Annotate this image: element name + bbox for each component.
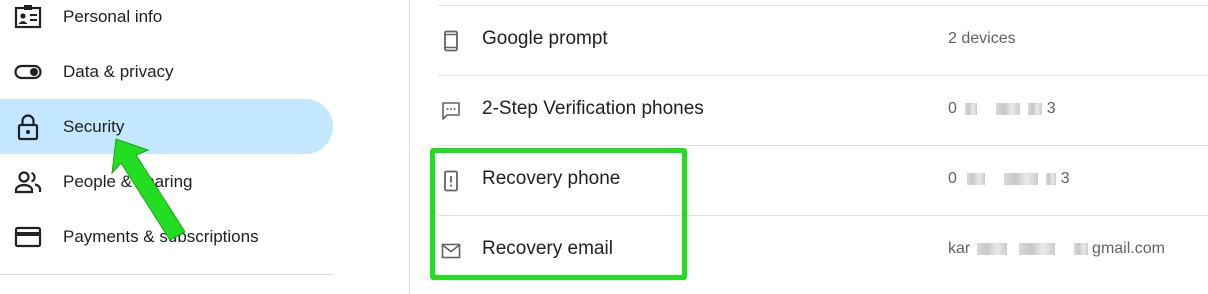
value-suffix: 3 xyxy=(1060,170,1070,187)
redacted-text xyxy=(967,172,986,185)
row-google-prompt[interactable]: Google prompt 2 devices xyxy=(438,5,1208,75)
redacted-text xyxy=(1019,242,1056,255)
mail-icon xyxy=(440,240,462,262)
redacted-text xyxy=(995,102,1020,115)
row-recovery-email[interactable]: Recovery email kar gmail.com xyxy=(438,215,1208,285)
sidebar-item-label: People & sharing xyxy=(63,171,193,191)
sidebar-item-label: Payments & subscriptions xyxy=(63,226,259,246)
redacted-text xyxy=(1003,172,1038,185)
row-2sv-phones[interactable]: 2-Step Verification phones 0 3 xyxy=(438,75,1208,145)
sidebar-item-security[interactable]: Security xyxy=(0,99,333,154)
row-recovery-phone[interactable]: Recovery phone 0 3 xyxy=(438,145,1208,215)
sidebar-item-people-sharing[interactable]: People & sharing xyxy=(0,154,333,209)
phone-alert-icon xyxy=(440,170,462,192)
value-prefix: kar xyxy=(948,240,971,257)
security-settings-list: Google prompt 2 devices 2-Step Verificat… xyxy=(410,0,1208,294)
row-label: Recovery email xyxy=(482,238,613,259)
redacted-text xyxy=(965,102,978,115)
sidebar-item-data-privacy[interactable]: Data & privacy xyxy=(0,44,333,99)
row-label: Recovery phone xyxy=(482,168,621,189)
row-value: 0 3 xyxy=(948,170,1070,188)
people-icon xyxy=(14,168,42,196)
value-suffix: 3 xyxy=(1046,100,1056,117)
phone-icon xyxy=(440,30,462,52)
value-prefix: 0 xyxy=(948,100,957,117)
sidebar-item-personal-info[interactable]: Personal info xyxy=(0,0,333,44)
message-icon xyxy=(440,100,462,122)
redacted-text xyxy=(1073,242,1088,255)
redacted-text xyxy=(1046,172,1057,185)
sidebar-item-label: Security xyxy=(63,116,125,136)
redacted-text xyxy=(976,242,1007,255)
value-prefix: 0 xyxy=(948,170,957,187)
row-value: kar gmail.com xyxy=(948,240,1165,258)
row-label: Google prompt xyxy=(482,28,608,49)
sidebar-nav: Personal info Data & privacy Security Pe… xyxy=(0,0,410,294)
lock-icon xyxy=(14,113,42,141)
redacted-text xyxy=(1028,102,1043,115)
row-label: 2-Step Verification phones xyxy=(482,98,704,119)
row-value: 0 3 xyxy=(948,100,1056,118)
sidebar-item-label: Data & privacy xyxy=(63,61,174,81)
row-value: 2 devices xyxy=(948,30,1016,47)
sidebar-item-payments-subscriptions[interactable]: Payments & subscriptions xyxy=(0,209,333,264)
sidebar-item-label: Personal info xyxy=(63,6,163,26)
sidebar-divider xyxy=(0,274,333,275)
value-suffix: gmail.com xyxy=(1092,240,1165,257)
id-card-icon xyxy=(14,3,42,31)
credit-card-icon xyxy=(14,223,42,251)
toggle-icon xyxy=(14,58,42,86)
